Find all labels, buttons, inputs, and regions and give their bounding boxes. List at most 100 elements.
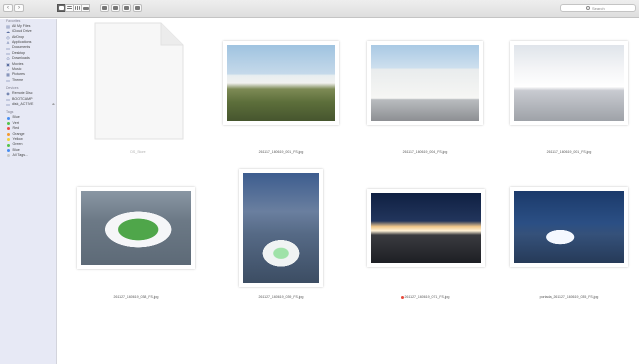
sidebar-item-label: Documents — [12, 45, 31, 50]
image-thumbnail — [367, 189, 485, 267]
tag-color-dot — [6, 149, 10, 152]
gear-icon — [113, 6, 118, 10]
action-button[interactable] — [111, 4, 120, 12]
tag-color-dot — [6, 116, 10, 120]
tag-color-dot — [6, 127, 10, 131]
search-icon — [586, 6, 590, 10]
sidebar-item[interactable]: ▭ disk_ACTIVE ⏏ — [6, 102, 56, 107]
sidebar-item-label: Orange — [12, 131, 25, 136]
applications-icon: A — [6, 40, 10, 46]
file-name: 261127_160619_038_FS.jpg — [113, 295, 159, 299]
navigation-buttons: ‹ › — [3, 4, 24, 12]
stadium-photo — [81, 191, 191, 265]
icon-view-icon — [59, 6, 64, 10]
search-placeholder: Search — [592, 5, 605, 11]
file-name-text: 261127_160619_071_FS.jpg — [404, 295, 450, 299]
movies-icon: ▣ — [6, 61, 10, 67]
forward-button[interactable]: › — [14, 4, 24, 12]
sidebar-item-label: Desktop — [12, 50, 26, 55]
sidebar-item-label: Music — [12, 67, 22, 72]
list-view-icon — [67, 6, 72, 10]
sidebar-item[interactable]: ▭ Theme — [6, 78, 56, 83]
sidebar-item-label: Green — [12, 142, 23, 147]
red-tag-icon — [400, 295, 404, 299]
sidebar-item-label: AirDrop — [12, 34, 25, 39]
documents-icon: ▭ — [6, 45, 10, 51]
cover-flow-button[interactable] — [81, 4, 90, 12]
sidebar-item-label: Theme — [12, 77, 24, 82]
tag-button[interactable] — [133, 4, 142, 12]
stadium-photo — [243, 173, 319, 283]
sidebar-item-label: BOOTCAMP — [12, 96, 33, 101]
image-thumbnail — [77, 187, 195, 269]
chevron-left-icon: ‹ — [7, 5, 9, 11]
tag-color-dot — [6, 138, 10, 142]
sidebar-item-label: Blue — [12, 147, 20, 152]
pictures-icon: ▦ — [6, 72, 10, 78]
action-buttons — [100, 4, 142, 12]
sidebar: Favorites ▤ All My Files ☁ iCloud Drive ◎ Air… — [0, 19, 57, 364]
tags-list: Blue Vert Red Orange Yellow Green Blue All Tags… — [6, 115, 56, 158]
arrange-button[interactable] — [100, 4, 109, 12]
file-name: 261127_160619_039_FS.jpg — [258, 295, 304, 299]
file-name: portada_261127_160619_035_FS.jpg — [539, 295, 599, 299]
desktop-icon: ▭ — [6, 50, 10, 56]
devices-list: ◉ Remote Disc ▭ BOOTCAMP ▭ disk_ACTIVE ⏏ — [6, 91, 56, 107]
arrange-icon — [102, 6, 107, 10]
finder-toolbar: ‹ › Search — [0, 0, 639, 18]
stadium-photo — [371, 193, 481, 263]
stadium-photo — [514, 191, 624, 263]
stadium-photo — [227, 45, 335, 121]
eject-icon[interactable]: ⏏ — [52, 103, 55, 106]
sidebar-item-label: Remote Disc — [12, 91, 33, 96]
airdrop-icon: ◎ — [6, 34, 10, 40]
sidebar-item-label: Pictures — [12, 72, 25, 77]
file-name: 261117_160619_004_FS.jpg — [402, 150, 448, 154]
view-mode-buttons — [57, 4, 90, 12]
sidebar-item-label: All My Files — [12, 23, 31, 28]
drive-icon: ▭ — [6, 102, 10, 108]
share-icon — [124, 6, 129, 10]
folder-icon: ▭ — [6, 77, 10, 83]
downloads-icon: ⊙ — [6, 56, 10, 62]
image-thumbnail — [510, 41, 628, 125]
stadium-photo — [514, 45, 624, 121]
sidebar-item-label: Yellow — [12, 136, 23, 141]
image-thumbnail — [510, 187, 628, 267]
file-name: DS_Store — [130, 150, 146, 154]
tag-color-dot — [6, 132, 10, 136]
sidebar-item-label: All Tags... — [12, 153, 29, 158]
cover-flow-icon — [82, 6, 89, 10]
document-icon — [94, 22, 184, 140]
search-field[interactable]: Search — [560, 4, 636, 12]
drive-icon: ▭ — [6, 96, 10, 102]
sidebar-item-label: Vert — [12, 120, 19, 125]
share-button[interactable] — [122, 4, 131, 12]
file-name: 261127_160619_071_FS.jpg — [370, 295, 480, 299]
sidebar-tag-item[interactable]: All Tags... — [6, 153, 56, 158]
tag-icon — [135, 6, 140, 10]
sidebar-item-label: Applications — [12, 40, 32, 45]
back-button[interactable]: ‹ — [3, 4, 13, 12]
tag-color-dot — [6, 122, 10, 126]
sidebar-item-label: Movies — [12, 61, 24, 66]
sidebar-item-label: disk_ACTIVE — [12, 101, 34, 106]
favorites-list: ▤ All My Files ☁ iCloud Drive ◎ AirDrop A Appli… — [6, 24, 56, 83]
cloud-icon: ☁ — [6, 29, 10, 35]
sidebar-item-label: Red — [12, 126, 20, 131]
column-view-icon — [75, 6, 80, 10]
image-thumbnail — [239, 169, 323, 287]
tag-color-dot — [6, 154, 10, 158]
disc-icon: ◉ — [6, 91, 10, 97]
sidebar-item-label: iCloud Drive — [12, 29, 32, 34]
image-thumbnail — [223, 41, 339, 125]
file-name: 261117_160619_001_FS.jpg — [258, 150, 304, 154]
sidebar-item-label: Blue — [12, 115, 20, 120]
stadium-photo — [371, 45, 479, 121]
tag-color-dot — [6, 143, 10, 147]
image-thumbnail — [367, 41, 483, 125]
file-icon-grid: DS_Store 261117_160619_001_FS.jpg 261117… — [58, 19, 639, 364]
sidebar-item-label: Downloads — [12, 56, 30, 61]
file-name: 261117_160619_001_FS.jpg — [546, 150, 592, 154]
chevron-right-icon: › — [18, 5, 20, 11]
